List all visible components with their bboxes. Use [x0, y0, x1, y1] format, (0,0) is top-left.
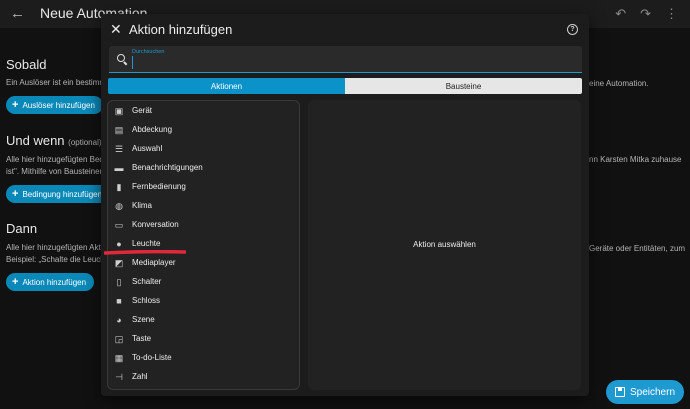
add-action-dialog: ✕ Aktion hinzufügen ? Durchsuchen Aktion…: [101, 14, 589, 396]
message-icon: ▬: [114, 162, 124, 173]
action-list-item[interactable]: ▭ Konversation: [108, 215, 299, 234]
remote-icon: ▮: [116, 181, 122, 192]
action-list-item-label: Fernbedienung: [132, 182, 186, 191]
red-highlight-underline: [104, 250, 186, 255]
detail-placeholder: Aktion auswählen: [413, 240, 476, 249]
action-list-item[interactable]: ◍ Klima: [108, 196, 299, 215]
search-label: Durchsuchen: [132, 49, 165, 55]
action-list-item-label: Auswahl: [132, 144, 163, 153]
action-list-item-label: Gerät: [132, 106, 153, 115]
todo-icon: ▦: [114, 352, 124, 363]
close-icon[interactable]: ✕: [110, 21, 122, 37]
action-list-item[interactable]: ▮ Fernbedienung: [108, 177, 299, 196]
tab-bar: Aktionen Bausteine: [108, 78, 582, 94]
action-list-item-label: Konversation: [132, 220, 179, 229]
conversation-icon: ▭: [114, 219, 124, 230]
action-list-item-label: To-do-Liste: [132, 353, 172, 362]
action-list-item-label: Benachrichtigungen: [132, 163, 203, 172]
action-list-item-label: Klima: [132, 201, 153, 210]
action-list-item[interactable]: ◲ Taste: [108, 329, 299, 348]
action-list-item-label: Mediaplayer: [132, 258, 176, 267]
action-list-item[interactable]: ▬ Benachrichtigungen: [108, 158, 299, 177]
action-list: ▣ Gerät ▤ Abdeckung ☰ Auswahl ▬ Benachrichtigun…: [107, 100, 300, 390]
device-icon: ▣: [114, 105, 124, 116]
action-list-item-label: Schloss: [132, 296, 161, 305]
action-list-item[interactable]: ■ Schloss: [108, 291, 299, 310]
dialog-title: Aktion hinzufügen: [129, 22, 233, 37]
action-list-item[interactable]: ☰ Auswahl: [108, 139, 299, 158]
cover-icon: ▤: [114, 124, 124, 135]
dialog-header: ✕ Aktion hinzufügen ?: [101, 14, 589, 46]
action-list-item-label: Abdeckung: [132, 125, 173, 134]
switch-icon: ▯: [116, 276, 122, 287]
action-list-item[interactable]: ⊣ Zahl: [108, 367, 299, 386]
tab-bausteine[interactable]: Bausteine: [345, 78, 582, 94]
action-list-item[interactable]: ▯ Schalter: [108, 272, 299, 291]
action-list-item-label: Szene: [132, 315, 155, 324]
button-icon: ◲: [114, 333, 124, 344]
cast-icon: ◩: [114, 257, 124, 268]
search-icon: [117, 54, 125, 62]
action-detail-panel: Aktion auswählen: [308, 100, 581, 390]
search-input[interactable]: [132, 56, 572, 69]
action-list-item[interactable]: ▦ To-do-Liste: [108, 348, 299, 367]
list-icon: ☰: [114, 143, 124, 154]
action-list-item[interactable]: ▣ Gerät: [108, 101, 299, 120]
action-list-item[interactable]: ◩ Mediaplayer: [108, 253, 299, 272]
lightbulb-icon: ●: [116, 238, 122, 249]
action-list-item[interactable]: ▤ Abdeckung: [108, 120, 299, 139]
palette-icon: ◕: [116, 314, 122, 325]
action-list-item[interactable]: ◕ Szene: [108, 310, 299, 329]
action-list-item-label: Taste: [132, 334, 152, 343]
thermostat-icon: ◍: [115, 200, 123, 211]
action-list-item-label: Zahl: [132, 372, 148, 381]
tab-aktionen[interactable]: Aktionen: [108, 78, 345, 94]
number-icon: ⊣: [115, 371, 123, 382]
lock-icon: ■: [116, 295, 122, 306]
search-field[interactable]: Durchsuchen: [109, 46, 582, 73]
action-list-item-label: Leuchte: [132, 239, 161, 248]
action-list-item-label: Schalter: [132, 277, 162, 286]
help-icon[interactable]: ?: [567, 24, 578, 35]
